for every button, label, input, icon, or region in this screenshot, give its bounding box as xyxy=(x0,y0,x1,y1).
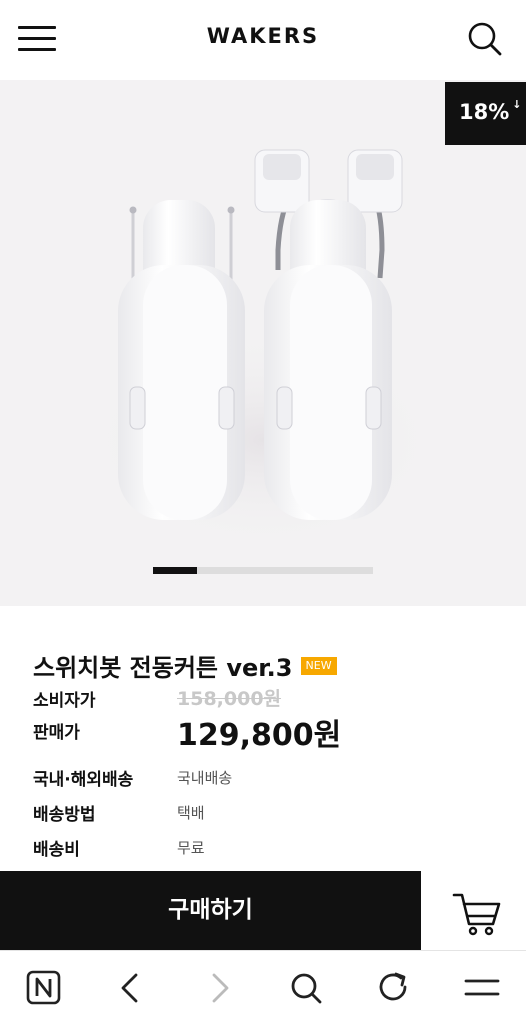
top-header: WAKERS xyxy=(0,0,526,80)
discount-percent: 18% xyxy=(459,100,510,124)
new-badge: NEW xyxy=(300,656,337,675)
search-icon[interactable] xyxy=(286,969,326,1007)
shipping-fee-label: 배송비 xyxy=(33,840,80,860)
product-title-row: 스위치봇 전동커튼 ver.3 NEW xyxy=(33,648,337,683)
sale-price-label: 판매가 xyxy=(33,723,80,743)
purchase-bar: 구매하기 xyxy=(0,871,526,950)
shipping-method-value: 택배 xyxy=(177,804,205,822)
back-icon[interactable] xyxy=(110,969,150,1007)
sale-price: 129,800원 xyxy=(177,718,342,753)
brand-logo[interactable]: WAKERS xyxy=(0,24,526,48)
consumer-price: 158,000원 xyxy=(177,688,282,710)
shipping-fee-value: 무료 xyxy=(177,839,205,857)
carousel-progress-fill xyxy=(153,567,197,574)
search-icon[interactable] xyxy=(466,20,504,58)
naver-home-icon[interactable] xyxy=(24,969,64,1007)
menu-icon[interactable] xyxy=(462,969,502,1007)
product-image xyxy=(83,149,443,550)
shipping-method-label: 배송방법 xyxy=(33,805,96,825)
refresh-icon[interactable] xyxy=(374,969,414,1007)
consumer-price-label: 소비자가 xyxy=(33,691,96,711)
product-image-carousel[interactable] xyxy=(0,80,526,606)
cart-icon[interactable] xyxy=(421,871,526,950)
down-arrow-icon: ↓ xyxy=(512,98,522,111)
product-info-section: 스위치봇 전동커튼 ver.3 NEW 소비자가 158,000원 판매가 12… xyxy=(0,606,526,871)
product-title: 스위치봇 전동커튼 ver.3 xyxy=(33,654,293,682)
browser-bottom-nav xyxy=(0,950,526,1024)
buy-button[interactable]: 구매하기 xyxy=(0,871,421,950)
forward-icon[interactable] xyxy=(200,969,240,1007)
shipping-type-value: 국내배송 xyxy=(177,769,233,787)
discount-badge: 18% ↓ xyxy=(445,82,526,145)
shipping-type-label: 국내·해외배송 xyxy=(33,770,134,790)
